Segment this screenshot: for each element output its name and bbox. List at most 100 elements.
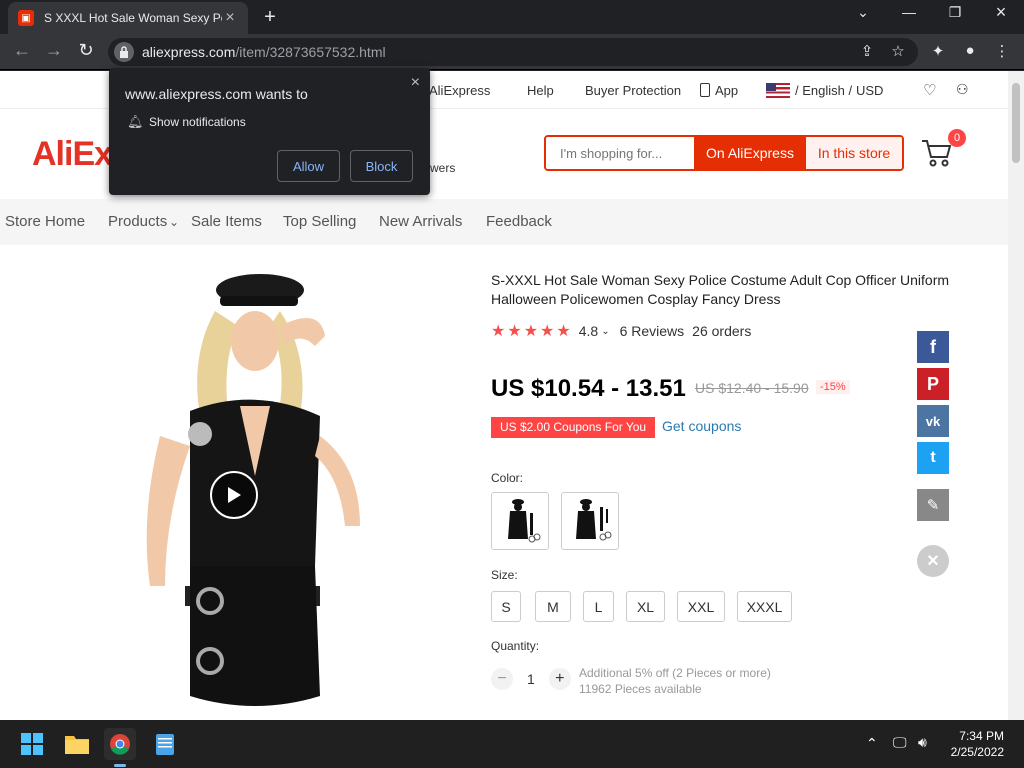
close-tab-icon[interactable]: × xyxy=(222,9,238,27)
nav-store-home[interactable]: Store Home xyxy=(5,213,85,230)
address-bar[interactable]: aliexpress.com/item/32873657532.html xyxy=(108,38,918,66)
menu-icon[interactable]: ⋮ xyxy=(992,42,1012,60)
rating-value[interactable]: 4.8 xyxy=(579,323,598,339)
popup-message: www.aliexpress.com wants to xyxy=(125,86,308,102)
allow-button[interactable]: Allow xyxy=(277,150,340,182)
currency-selector[interactable]: USD xyxy=(856,83,883,98)
size-option-xxxl[interactable]: XXXL xyxy=(737,591,792,622)
vk-share-icon[interactable]: vk xyxy=(917,405,949,437)
clock-date: 2/25/2022 xyxy=(950,745,1004,759)
size-option-s[interactable]: S xyxy=(491,591,521,622)
product-price: US $10.54 - 13.51 xyxy=(491,375,686,402)
chevron-up-icon[interactable]: ⌃ xyxy=(866,735,878,752)
twitter-share-icon[interactable]: t xyxy=(917,442,949,474)
help-menu[interactable]: Help xyxy=(527,83,554,98)
size-option-m[interactable]: M xyxy=(535,591,571,622)
volume-icon[interactable]: 🔊︎ xyxy=(918,734,927,751)
store-navigation: Store Home Products ⌄ Sale Items Top Sel… xyxy=(0,199,1008,245)
extensions-icon[interactable]: ✦ xyxy=(928,42,948,60)
star-icon: ★ xyxy=(523,323,539,340)
search-on-aliexpress-button[interactable]: On AliExpress xyxy=(694,137,806,169)
orders-count: 26 orders xyxy=(692,323,752,339)
tab-search-icon[interactable]: ⌄ xyxy=(848,4,878,21)
quantity-input[interactable]: 1 xyxy=(527,671,535,687)
nav-sale-items[interactable]: Sale Items xyxy=(191,213,262,230)
pieces-available-text: 11962 Pieces available xyxy=(579,682,702,696)
url-domain: aliexpress.com xyxy=(142,44,236,60)
notification-permission-popup: www.aliexpress.com wants to × 🔔︎ Show no… xyxy=(109,68,430,195)
product-title: S-XXXL Hot Sale Woman Sexy Police Costum… xyxy=(491,272,950,307)
network-icon[interactable]: 🖵︎ xyxy=(893,734,907,751)
original-price: US $12.40 - 15.90 xyxy=(695,380,809,396)
forward-icon[interactable]: → xyxy=(42,40,66,61)
block-button[interactable]: Block xyxy=(350,150,413,182)
search-in-store-button[interactable]: In this store xyxy=(806,137,902,169)
chevron-down-icon: ⌄ xyxy=(169,215,180,229)
facebook-share-icon[interactable]: f xyxy=(917,331,949,363)
page-scrollbar[interactable] xyxy=(1008,71,1024,720)
phone-icon xyxy=(700,83,710,97)
nav-top-selling[interactable]: Top Selling xyxy=(283,213,356,230)
bookmark-star-icon[interactable]: ☆ xyxy=(888,42,908,60)
color-label: Color: xyxy=(491,471,524,485)
color-option-2[interactable] xyxy=(561,492,619,550)
start-windows-icon[interactable] xyxy=(16,728,48,760)
size-option-xxl[interactable]: XXL xyxy=(677,591,725,622)
scrollbar-thumb[interactable] xyxy=(1012,83,1020,163)
star-icon: ★ xyxy=(556,323,571,340)
close-share-icon[interactable]: × xyxy=(917,545,949,577)
url-path: /item/32873657532.html xyxy=(235,44,386,60)
nav-products[interactable]: Products xyxy=(108,213,167,230)
system-clock[interactable]: 7:34 PM 2/25/2022 xyxy=(951,728,1004,760)
cart-count-badge: 0 xyxy=(948,129,966,147)
discount-badge: -15% xyxy=(816,380,850,394)
coupon-badge[interactable]: US $2.00 Coupons For You xyxy=(491,417,656,438)
reload-icon[interactable]: ↻ xyxy=(74,40,98,61)
quantity-increase-button[interactable]: + xyxy=(548,668,571,690)
windows-taskbar: ⌃ 🖵︎ 🔊︎ 7:34 PM 2/25/2022 xyxy=(0,720,1024,768)
aliexpress-favicon-icon: ▣ xyxy=(18,10,34,26)
get-coupons-link[interactable]: Get coupons xyxy=(662,418,741,434)
play-video-icon[interactable] xyxy=(210,471,258,519)
share-icon[interactable]: ⇪ xyxy=(857,42,877,60)
close-popup-icon[interactable]: × xyxy=(411,74,420,92)
product-rating: ★ ★ ★ ★ ★ 4.8 ⌄ 6 Reviews 26 orders xyxy=(491,321,751,341)
restore-icon[interactable]: ❐ xyxy=(940,4,970,21)
quantity-label: Quantity: xyxy=(491,639,540,653)
notepad-icon[interactable] xyxy=(149,728,181,760)
minimize-icon[interactable]: — xyxy=(894,4,924,20)
search-bar: On AliExpress In this store xyxy=(544,135,904,171)
size-option-l[interactable]: L xyxy=(583,591,614,622)
star-icon: ★ xyxy=(540,323,555,340)
tab-title: S XXXL Hot Sale Woman Sexy Po xyxy=(44,11,222,25)
quantity-decrease-button[interactable]: − xyxy=(491,668,513,690)
chevron-down-icon: ⌄ xyxy=(601,325,610,337)
wishlist-heart-icon[interactable]: ♡ xyxy=(923,81,936,99)
account-icon[interactable]: ⚇ xyxy=(956,81,969,98)
back-icon[interactable]: ← xyxy=(10,40,34,61)
app-link[interactable]: App xyxy=(715,83,738,98)
star-icon: ★ xyxy=(491,323,506,340)
aliexpress-menu[interactable]: AliExpress xyxy=(429,83,490,98)
nav-feedback[interactable]: Feedback xyxy=(486,213,552,230)
new-tab-icon[interactable]: + xyxy=(260,6,280,29)
buyer-protection-link[interactable]: Buyer Protection xyxy=(585,83,681,98)
size-option-xl[interactable]: XL xyxy=(626,591,665,622)
reviews-link[interactable]: 6 Reviews xyxy=(620,323,685,339)
nav-new-arrivals[interactable]: New Arrivals xyxy=(379,213,462,230)
profile-icon[interactable]: ● xyxy=(960,42,980,59)
color-option-1[interactable] xyxy=(491,492,549,550)
lock-icon[interactable] xyxy=(114,42,134,62)
chrome-icon[interactable] xyxy=(104,728,136,760)
search-input[interactable] xyxy=(546,137,694,169)
edit-pencil-icon[interactable]: ✎ xyxy=(917,489,949,521)
aliexpress-logo[interactable]: AliEx xyxy=(32,135,113,174)
close-window-icon[interactable]: × xyxy=(986,2,1016,23)
quantity-stepper: − 1 + xyxy=(491,668,571,690)
cart-icon[interactable]: 0 xyxy=(920,129,966,175)
us-flag-icon xyxy=(766,83,790,98)
browser-tab[interactable]: ▣ S XXXL Hot Sale Woman Sexy Po × xyxy=(8,2,248,34)
language-selector[interactable]: / English / xyxy=(795,83,852,98)
pinterest-share-icon[interactable]: P xyxy=(917,368,949,400)
file-explorer-icon[interactable] xyxy=(61,728,93,760)
